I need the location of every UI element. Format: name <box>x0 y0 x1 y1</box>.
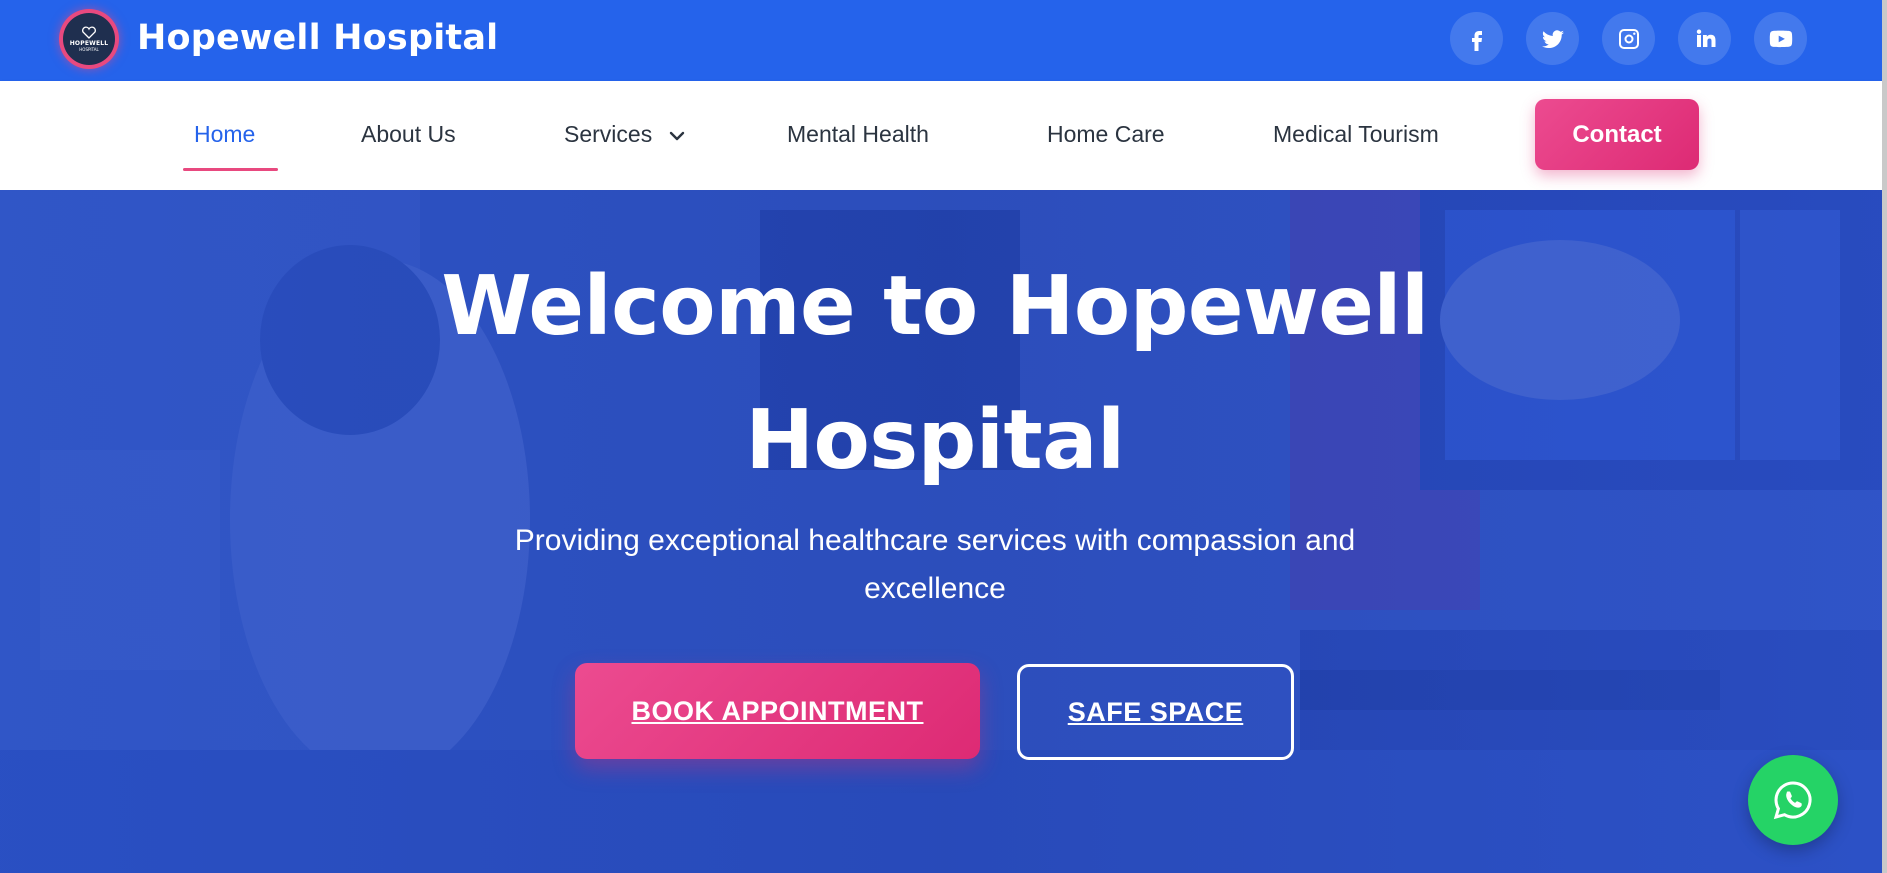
hero-title-line-2: Hospital <box>745 393 1125 488</box>
social-links <box>1450 12 1807 65</box>
hero-title-line-1: Welcome to Hopewell <box>441 259 1429 354</box>
logo-text: HOPEWELL <box>69 40 109 47</box>
brand-name[interactable]: Hopewell Hospital <box>137 18 498 58</box>
twitter-link[interactable] <box>1526 12 1579 65</box>
whatsapp-icon <box>1773 781 1812 820</box>
youtube-link[interactable] <box>1754 12 1807 65</box>
facebook-icon <box>1471 30 1482 51</box>
safe-space-button[interactable]: SAFE SPACE <box>1017 664 1294 760</box>
nav-medical-tourism[interactable]: Medical Tourism <box>1273 121 1439 148</box>
stethoscope-heart-icon <box>82 26 96 39</box>
linkedin-icon <box>1696 29 1715 47</box>
nav-about-us[interactable]: About Us <box>361 121 456 148</box>
instagram-link[interactable] <box>1602 12 1655 65</box>
chevron-down-icon <box>669 131 684 141</box>
active-nav-indicator <box>183 168 278 171</box>
facebook-link[interactable] <box>1450 12 1503 65</box>
page-scrollbar[interactable] <box>1882 0 1887 873</box>
nav-services[interactable]: Services <box>564 121 687 148</box>
logo[interactable]: HOPEWELL HOSPITAL <box>59 9 119 69</box>
nav-home-care[interactable]: Home Care <box>1047 121 1165 148</box>
whatsapp-button[interactable] <box>1748 755 1838 845</box>
top-bar: HOPEWELL HOSPITAL Hopewell Hospital <box>0 0 1887 81</box>
twitter-icon <box>1541 29 1564 48</box>
book-appointment-button[interactable]: BOOK APPOINTMENT <box>575 663 980 759</box>
youtube-icon <box>1769 30 1792 47</box>
nav-home[interactable]: Home <box>194 121 255 148</box>
contact-button[interactable]: Contact <box>1535 99 1699 170</box>
nav-services-label: Services <box>564 121 653 147</box>
nav-mental-health[interactable]: Mental Health <box>787 121 929 148</box>
logo-badge: HOPEWELL HOSPITAL <box>63 13 115 65</box>
linkedin-link[interactable] <box>1678 12 1731 65</box>
hero-subtitle-line-2: excellence <box>864 572 1006 605</box>
instagram-icon <box>1618 28 1639 49</box>
logo-subtext: HOSPITAL <box>79 47 99 52</box>
hero-section: Welcome to Hopewell Hospital Providing e… <box>0 190 1887 873</box>
hero-subtitle: Providing exceptional healthcare service… <box>445 517 1425 613</box>
hero-subtitle-line-1: Providing exceptional healthcare service… <box>514 524 1356 557</box>
hero-title: Welcome to Hopewell Hospital <box>420 240 1450 508</box>
